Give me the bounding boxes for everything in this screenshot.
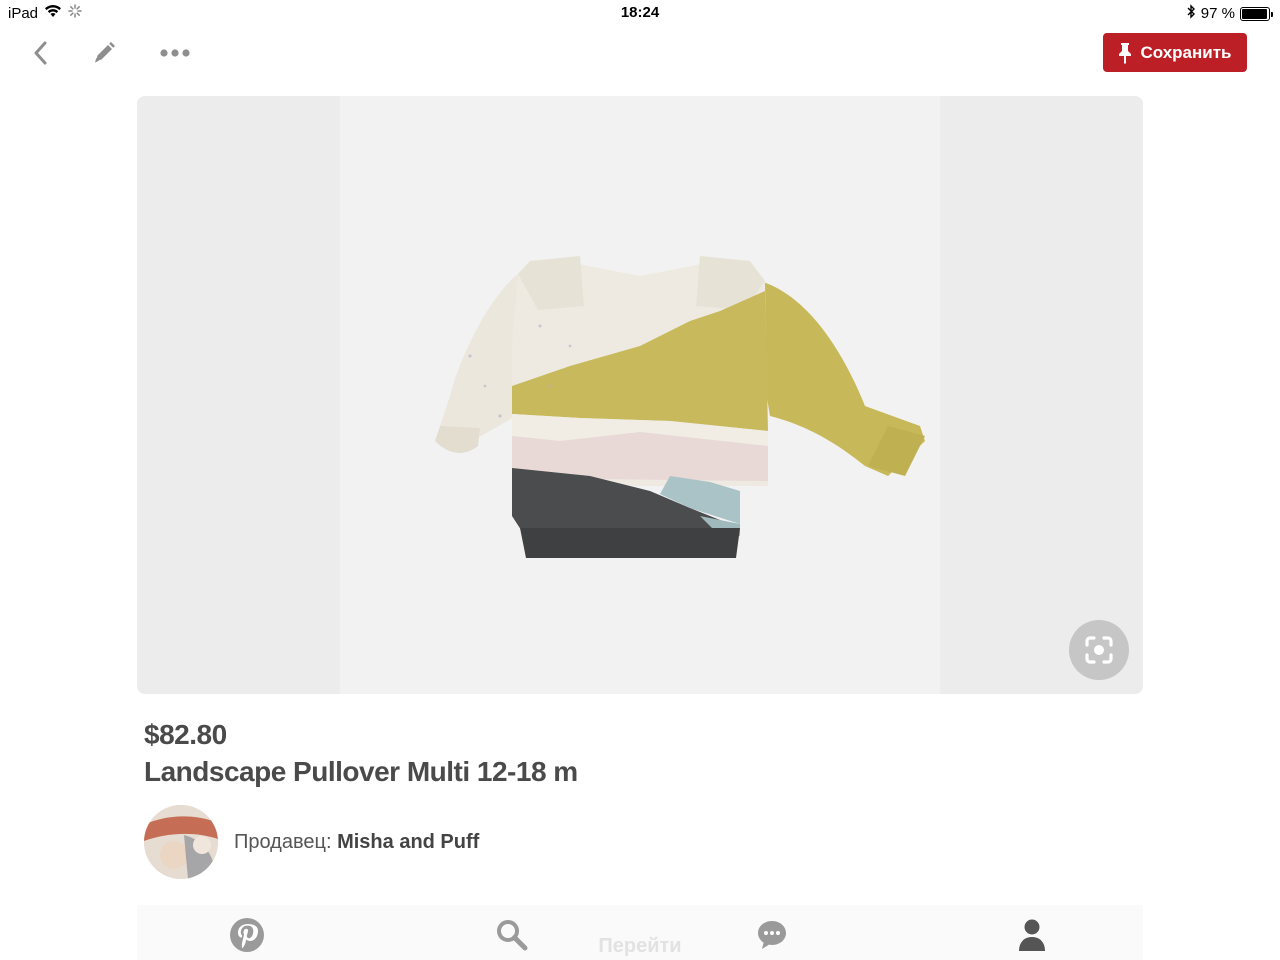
status-time: 18:24 <box>620 4 660 21</box>
tab-profile[interactable] <box>1012 915 1052 955</box>
edit-button[interactable] <box>87 36 121 70</box>
seller-line: Продавец: Misha and Puff <box>234 831 479 854</box>
back-button[interactable] <box>24 36 58 70</box>
pencil-icon <box>95 42 115 63</box>
save-button[interactable]: Сохранить <box>1103 33 1247 72</box>
product-price: $82.80 <box>144 719 227 750</box>
bluetooth-icon <box>1186 4 1196 23</box>
tab-search[interactable] <box>492 915 532 955</box>
pin-icon <box>1119 42 1132 64</box>
chat-bubble-icon <box>758 921 786 949</box>
pinterest-logo-icon <box>230 918 264 952</box>
status-right: 97 % <box>1186 4 1273 23</box>
profile-icon <box>1019 919 1045 951</box>
seller-avatar-image <box>144 805 218 879</box>
more-dots-icon <box>160 49 190 57</box>
seller-name-link[interactable]: Misha and Puff <box>337 831 479 853</box>
seller-avatar[interactable] <box>144 805 218 879</box>
battery-icon <box>1240 6 1273 21</box>
visual-search-button[interactable] <box>1069 620 1129 680</box>
tab-messages[interactable] <box>752 915 792 955</box>
product-image-panel[interactable] <box>137 96 1143 694</box>
sweater-image <box>435 256 925 558</box>
product-photo <box>340 96 940 694</box>
save-button-label: Сохранить <box>1140 42 1232 62</box>
battery-percent: 97 % <box>1200 5 1235 22</box>
search-icon <box>497 920 528 951</box>
visual-search-icon <box>1085 636 1113 664</box>
more-button[interactable] <box>158 36 192 70</box>
status-bar: iPad 18:24 97 % <box>0 0 1280 26</box>
seller-prefix: Продавец: <box>234 831 332 853</box>
bottom-tab-bar: Перейти <box>137 905 1143 960</box>
tab-home[interactable] <box>227 915 267 955</box>
product-title: Landscape Pullover Multi 12-18 m <box>144 756 578 787</box>
chevron-left-icon <box>34 41 47 65</box>
goto-button-ghost[interactable]: Перейти <box>137 935 1143 958</box>
